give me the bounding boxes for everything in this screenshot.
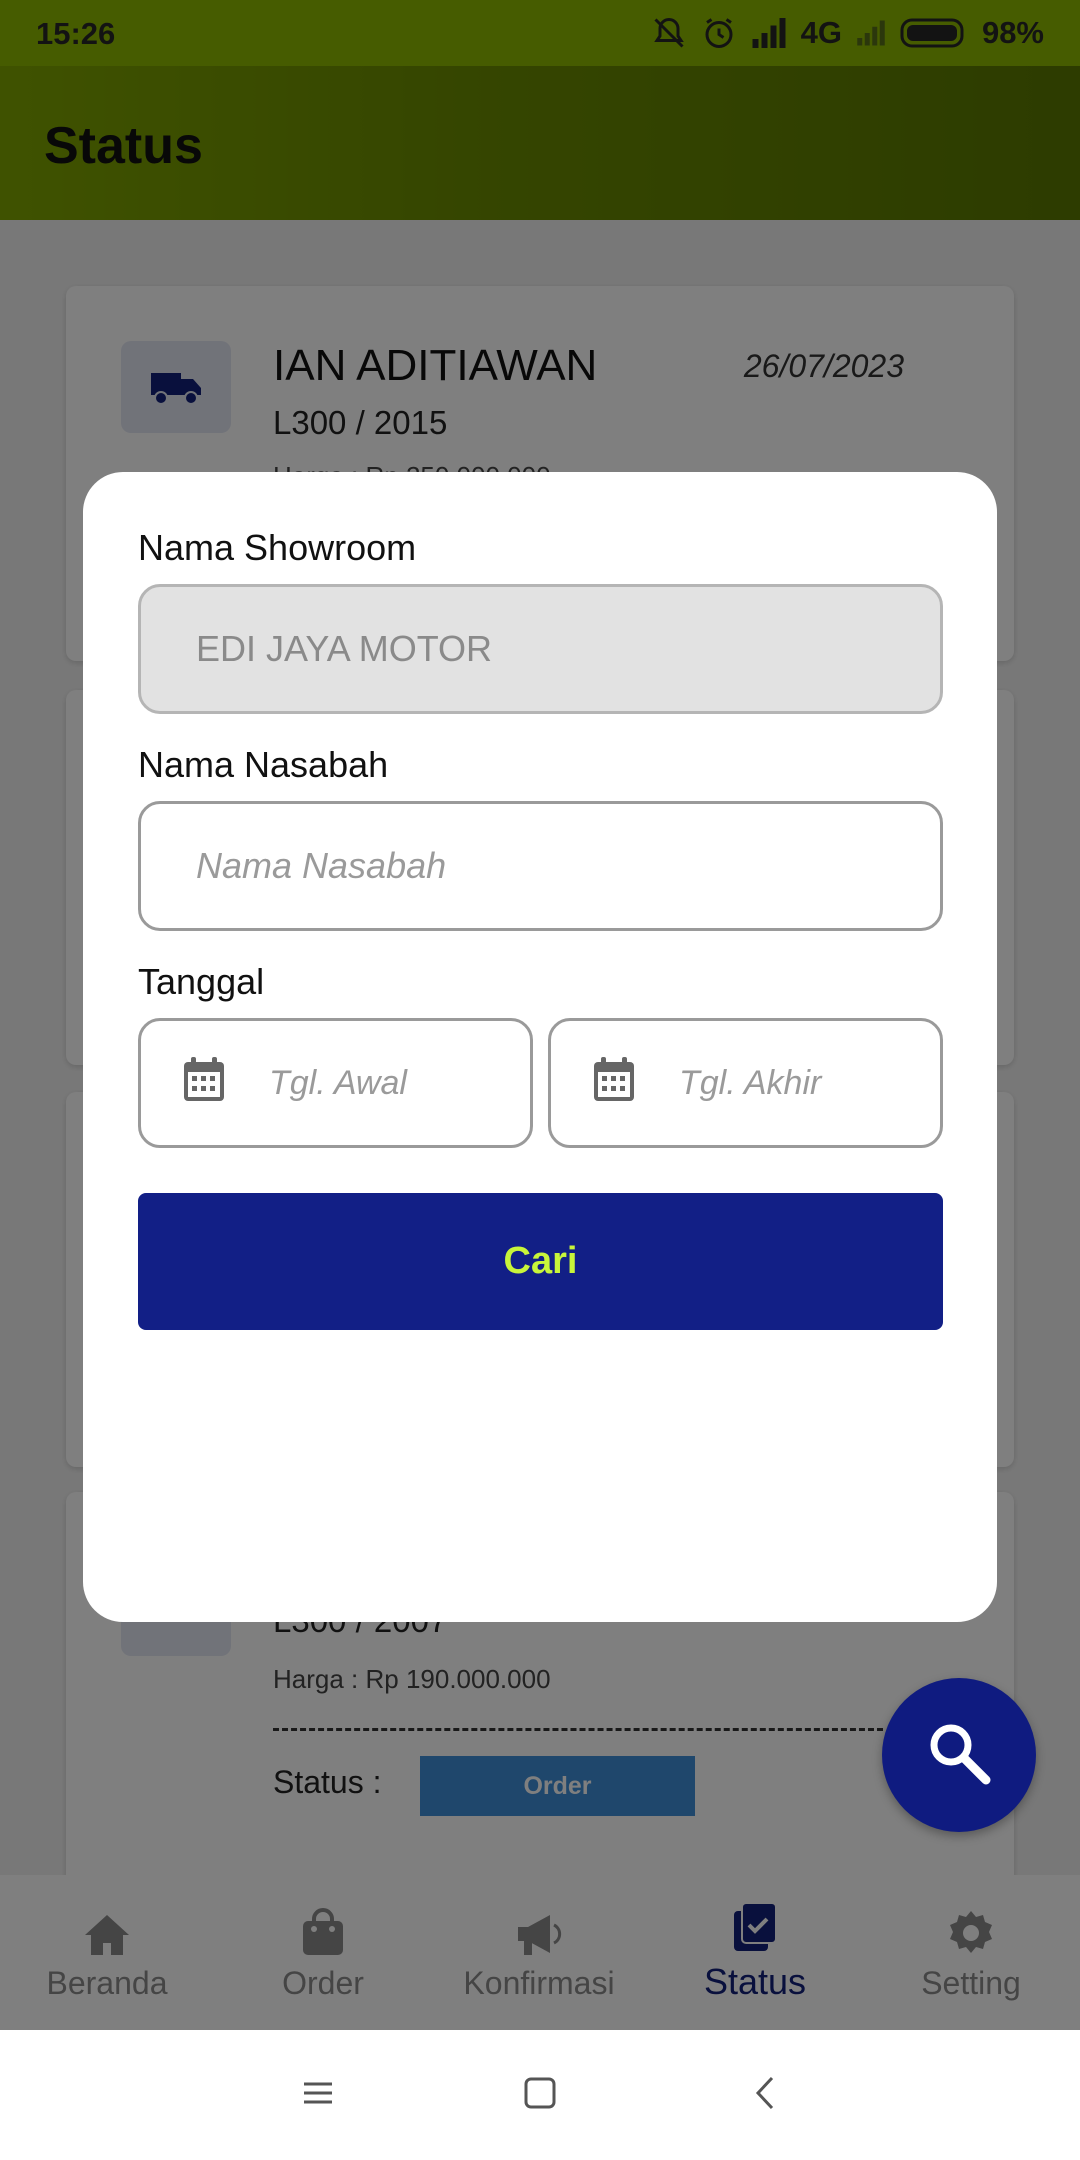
signal-icon — [751, 17, 787, 49]
end-date-placeholder: Tgl. Akhir — [679, 1063, 822, 1102]
nasabah-label: Nama Nasabah — [138, 744, 389, 785]
battery-level: 98% — [981, 15, 1044, 50]
end-date-field[interactable]: Tgl. Akhir — [548, 1018, 943, 1148]
calendar-icon — [593, 1056, 635, 1111]
start-date-field[interactable]: Tgl. Awal — [138, 1018, 533, 1148]
battery-icon — [900, 18, 968, 48]
network-type: 4G — [800, 15, 842, 50]
mute-icon — [651, 15, 687, 51]
showroom-label: Nama Showroom — [138, 527, 417, 568]
back-icon[interactable] — [748, 2075, 784, 2116]
showroom-field: EDI JAYA MOTOR — [138, 584, 943, 714]
home-button-icon[interactable] — [522, 2075, 558, 2116]
nasabah-input[interactable]: Nama Nasabah — [138, 801, 943, 931]
system-navigation — [0, 2030, 1080, 2160]
calendar-icon — [183, 1056, 225, 1111]
menu-icon[interactable] — [300, 2075, 336, 2116]
status-time: 15:26 — [36, 16, 116, 51]
nasabah-placeholder: Nama Nasabah — [196, 845, 447, 886]
alarm-icon — [701, 15, 737, 51]
search-icon — [923, 1717, 995, 1794]
start-date-placeholder: Tgl. Awal — [269, 1063, 407, 1102]
signal-weak-icon — [856, 19, 886, 47]
search-fab[interactable] — [882, 1678, 1036, 1832]
tanggal-label: Tanggal — [138, 961, 265, 1002]
status-bar: 15:26 4G 98% — [0, 0, 1080, 66]
showroom-value: EDI JAYA MOTOR — [196, 628, 493, 669]
filter-dialog: Nama Showroom EDI JAYA MOTOR Nama Nasaba… — [83, 472, 997, 1622]
search-button[interactable]: Cari — [138, 1193, 943, 1330]
